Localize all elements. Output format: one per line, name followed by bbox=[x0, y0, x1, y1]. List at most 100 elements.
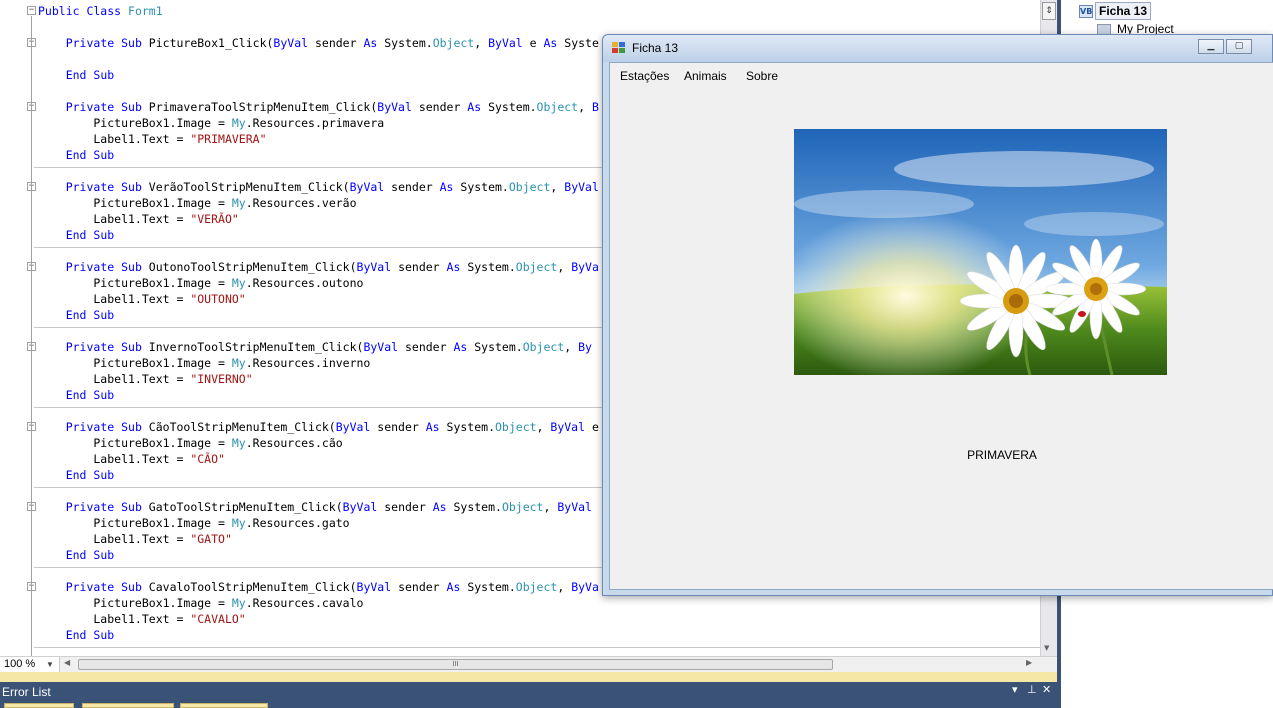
code-text: OutonoToolStripMenuItem_Click( bbox=[148, 260, 357, 274]
code-text: InvernoToolStripMenuItem_Click( bbox=[148, 340, 364, 354]
code-string: "CAVALO" bbox=[190, 612, 246, 626]
code-text: PictureBox1.Image = bbox=[38, 356, 232, 370]
code-line: Label1.Text = "CAVALO" bbox=[38, 611, 246, 627]
code-line: End Sub bbox=[38, 547, 114, 563]
code-type: Object bbox=[536, 100, 579, 114]
window-position-icon[interactable]: ▾ bbox=[1012, 683, 1018, 696]
code-keyword: As bbox=[432, 500, 454, 514]
form-client-area: Estações Animais Sobre PRIMAVERA bbox=[609, 62, 1273, 590]
code-keyword: End Sub bbox=[65, 68, 115, 82]
code-text: , bbox=[557, 580, 572, 594]
code-text: PictureBox1.Image = bbox=[38, 196, 232, 210]
code-string: "PRIMAVERA" bbox=[190, 132, 267, 146]
messages-filter-button[interactable] bbox=[180, 703, 268, 708]
icon-square-red bbox=[612, 48, 618, 53]
close-icon[interactable]: ✕ bbox=[1042, 683, 1051, 696]
code-type: My bbox=[231, 356, 246, 370]
code-line: Label1.Text = "VERÃO" bbox=[38, 211, 238, 227]
code-line: Label1.Text = "GATO" bbox=[38, 531, 232, 547]
maximize-button[interactable]: ▢ bbox=[1226, 39, 1252, 54]
code-line: End Sub bbox=[38, 627, 114, 643]
code-text: Label1.Text = bbox=[38, 532, 191, 546]
code-keyword: B bbox=[591, 100, 599, 114]
horizontal-scroll-thumb[interactable]: III bbox=[78, 659, 833, 670]
code-keyword: Private Sub bbox=[65, 180, 149, 194]
code-keyword: As bbox=[543, 36, 565, 50]
scroll-grip: III bbox=[452, 660, 459, 668]
code-keyword: ByVa bbox=[571, 580, 599, 594]
code-string: "GATO" bbox=[190, 532, 232, 546]
picturebox-spring-image[interactable] bbox=[794, 129, 1167, 375]
code-text: CavaloToolStripMenuItem_Click( bbox=[148, 580, 357, 594]
code-line: PictureBox1.Image = My.Resources.verão bbox=[38, 195, 357, 211]
code-keyword: ByVal bbox=[349, 180, 392, 194]
minimize-button[interactable]: ▁ bbox=[1198, 39, 1224, 54]
code-line: End Sub bbox=[38, 467, 114, 483]
code-keyword: As bbox=[446, 580, 468, 594]
form-title-bar[interactable]: Ficha 13 ▁ ▢ bbox=[603, 35, 1272, 62]
chevron-down-icon: ▼ bbox=[46, 660, 54, 669]
scroll-left-arrow-icon[interactable]: ◀ bbox=[64, 658, 70, 667]
procedure-separator bbox=[34, 647, 1040, 648]
code-line: PictureBox1.Image = My.Resources.outono bbox=[38, 275, 363, 291]
zoom-level-text: 100 % bbox=[4, 658, 36, 670]
solution-tree-root[interactable]: Ficha 13 bbox=[1095, 2, 1152, 20]
code-keyword: End Sub bbox=[65, 628, 115, 642]
code-text: e bbox=[529, 36, 544, 50]
code-keyword: As bbox=[446, 260, 468, 274]
form-window[interactable]: Ficha 13 ▁ ▢ Estações Animais Sobre PRIM… bbox=[602, 34, 1273, 596]
code-keyword: Public Class bbox=[38, 4, 129, 18]
scroll-down-arrow-icon[interactable]: ▼ bbox=[1044, 644, 1049, 652]
vb-project-icon: VB bbox=[1079, 5, 1093, 18]
menu-sobre[interactable]: Sobre bbox=[746, 69, 778, 83]
icon-square-blue bbox=[619, 42, 625, 47]
warnings-filter-button[interactable] bbox=[82, 703, 174, 708]
tool-window-splitter[interactable] bbox=[0, 672, 1057, 682]
code-line: Private Sub OutonoToolStripMenuItem_Clic… bbox=[38, 259, 599, 275]
code-text: sender bbox=[418, 100, 468, 114]
auto-hide-pin-icon[interactable]: ⊥ bbox=[1027, 683, 1037, 696]
code-keyword: ByVal bbox=[377, 100, 419, 114]
code-text: .Resources.verão bbox=[245, 196, 357, 210]
code-text: PictureBox1_Click( bbox=[148, 36, 274, 50]
code-text: PictureBox1.Image = bbox=[38, 516, 232, 530]
errors-filter-button[interactable] bbox=[4, 703, 74, 708]
collapse-region-icon[interactable]: − bbox=[27, 6, 36, 15]
code-type: My bbox=[231, 596, 246, 610]
form-title: Ficha 13 bbox=[632, 41, 679, 55]
split-view-button[interactable]: ⇕ bbox=[1042, 2, 1056, 20]
code-keyword: As bbox=[467, 100, 489, 114]
app-icon[interactable] bbox=[612, 42, 626, 54]
code-text: Label1.Text = bbox=[38, 292, 191, 306]
code-text: , bbox=[543, 500, 558, 514]
code-type: Object bbox=[495, 420, 537, 434]
code-line: End Sub bbox=[38, 387, 114, 403]
scroll-right-arrow-icon[interactable]: ▶ bbox=[1026, 658, 1032, 667]
code-text: sender bbox=[398, 260, 447, 274]
menu-estacoes[interactable]: Estações bbox=[620, 69, 669, 83]
code-text: sender bbox=[404, 340, 454, 354]
code-text: System. bbox=[467, 260, 516, 274]
code-text: System. bbox=[467, 580, 516, 594]
code-line: Label1.Text = "OUTONO" bbox=[38, 291, 245, 307]
zoom-level-dropdown[interactable]: 100 % ▼ bbox=[0, 657, 60, 672]
code-text: Label1.Text = bbox=[38, 212, 191, 226]
code-text: .Resources.inverno bbox=[245, 356, 371, 370]
menu-animais[interactable]: Animais bbox=[684, 69, 727, 83]
code-line: Label1.Text = "PRIMAVERA" bbox=[38, 131, 267, 147]
code-type: Object bbox=[515, 260, 558, 274]
code-type: Object bbox=[508, 180, 551, 194]
code-line: Private Sub VerãoToolStripMenuItem_Click… bbox=[38, 179, 599, 195]
code-keyword: Private Sub bbox=[65, 500, 149, 514]
code-keyword: ByVa bbox=[571, 260, 599, 274]
code-text: Label1.Text = bbox=[38, 132, 191, 146]
